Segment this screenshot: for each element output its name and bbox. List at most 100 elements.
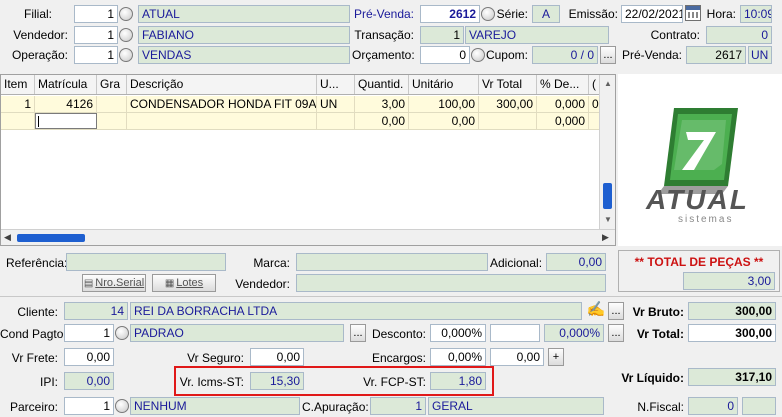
orcamento-field[interactable]: 0	[420, 46, 470, 64]
encargos-pct-field[interactable]: 0,00%	[430, 348, 486, 366]
transacao-code-field[interactable]: 1	[420, 26, 464, 44]
col-header-desconto[interactable]: % De...	[537, 75, 589, 94]
referencia-field	[66, 253, 226, 271]
ipi-label: IPI:	[39, 375, 58, 389]
cell-desconto: 0,000	[537, 96, 589, 112]
desconto-value-field[interactable]	[490, 324, 540, 342]
cell-item	[1, 113, 35, 129]
col-header-quantidade[interactable]: Quantid.	[355, 75, 409, 94]
cell-quantidade: 0,00	[355, 113, 409, 129]
orcamento-label: Orçamento:	[352, 48, 415, 62]
cliente-label: Cliente:	[17, 305, 58, 319]
text-cursor	[38, 116, 39, 127]
prevenda-field[interactable]: 2612	[420, 5, 480, 23]
cell-matricula: 4126	[35, 96, 97, 112]
cliente-code-field[interactable]: 14	[64, 302, 128, 320]
scroll-up-icon[interactable]: ▲	[604, 79, 612, 88]
highlight-box	[174, 366, 494, 396]
desconto-pct2-field: 0,000%	[544, 324, 604, 342]
section-divider	[0, 296, 782, 297]
serie-label: Série:	[496, 7, 528, 21]
desconto-pct-field[interactable]: 0,000%	[430, 324, 486, 342]
vr-frete-label: Vr Frete:	[11, 351, 58, 365]
capuracao-label: C.Apuração:	[302, 400, 369, 414]
col-header-unidade[interactable]: U...	[317, 75, 355, 94]
emissao-label: Emissão:	[568, 7, 618, 21]
scroll-right-icon[interactable]: ▶	[602, 232, 609, 243]
cell-desconto: 0,000	[537, 113, 589, 129]
cliente-edit-icon[interactable]: ✍	[586, 300, 606, 320]
contrato-label: Contrato:	[650, 28, 700, 42]
lotes-button-label: Lotes	[176, 277, 204, 289]
capuracao-name-field: GERAL	[428, 397, 604, 415]
transacao-name-field: VAREJO	[465, 26, 609, 44]
vendedor-label: Vendedor:	[13, 28, 68, 42]
adicional-label: Adicional:	[490, 256, 543, 270]
items-grid[interactable]: Item Matrícula Gra Descrição U... Quanti…	[0, 74, 616, 246]
col-header-matricula[interactable]: Matrícula	[35, 75, 97, 94]
vertical-scroll-thumb[interactable]	[603, 183, 612, 209]
cond-pagto-code-field[interactable]: 1	[64, 324, 114, 342]
operacao-code-field[interactable]: 1	[74, 46, 118, 64]
vendedor-code-field[interactable]: 1	[74, 26, 118, 44]
cell-gra	[97, 96, 127, 112]
table-row[interactable]: 1 4126 CONDENSADOR HONDA FIT 09A... UN 3…	[1, 96, 615, 113]
cell-matricula-editor[interactable]	[35, 113, 97, 129]
cliente-ellipsis-button[interactable]: ...	[608, 302, 624, 320]
ipi-field: 0,00	[64, 372, 114, 390]
lotes-button[interactable]: ▦ Lotes	[152, 274, 216, 292]
cond-pagto-name-field: PADRAO	[130, 324, 344, 342]
cond-pagto-label: Cond Pagto:	[0, 327, 67, 341]
cond-pagto-lookup-icon[interactable]	[115, 326, 129, 340]
scroll-left-icon[interactable]: ◀	[4, 232, 11, 243]
calendar-icon[interactable]	[685, 5, 701, 21]
vr-frete-field[interactable]: 0,00	[64, 348, 114, 366]
encargos-value-field[interactable]: 0,00	[490, 348, 544, 366]
parceiro-code-field[interactable]: 1	[64, 397, 114, 415]
logo-sub-text: sistemas	[678, 214, 734, 225]
vr-liquido-field: 317,10	[688, 368, 776, 386]
vendedor-lookup-icon[interactable]	[119, 28, 133, 42]
hora-field: 10:09	[740, 5, 772, 23]
cell-unitario: 100,00	[409, 96, 479, 112]
col-header-item[interactable]: Item	[1, 75, 35, 94]
parceiro-lookup-icon[interactable]	[115, 399, 129, 413]
cond-pagto-ellipsis-button[interactable]: ...	[350, 324, 366, 342]
vendedor2-label: Vendedor:	[235, 277, 290, 291]
horizontal-scroll-thumb[interactable]	[17, 234, 85, 242]
parceiro-label: Parceiro:	[9, 400, 58, 414]
marca-field	[296, 253, 488, 271]
transacao-label: Transação:	[354, 28, 414, 42]
lotes-icon: ▦	[164, 278, 175, 289]
horizontal-scrollbar[interactable]: ◀ ▶	[1, 229, 615, 245]
cell-item: 1	[1, 96, 35, 112]
capuracao-code-field[interactable]: 1	[370, 397, 426, 415]
col-header-vr-total[interactable]: Vr Total	[479, 75, 537, 94]
col-header-gra[interactable]: Gra	[97, 75, 127, 94]
cell-descricao: CONDENSADOR HONDA FIT 09A...	[127, 96, 317, 112]
col-header-unitario[interactable]: Unitário	[409, 75, 479, 94]
emissao-field[interactable]: 22/02/2021	[621, 5, 683, 23]
total-pecas-label: ** TOTAL DE PEÇAS **	[634, 255, 764, 269]
prevenda2-label: Pré-Venda:	[621, 48, 682, 62]
operacao-name-field: VENDAS	[138, 46, 350, 64]
operacao-lookup-icon[interactable]	[119, 48, 133, 62]
adicional-field: 0,00	[546, 253, 606, 271]
encargos-add-button[interactable]: +	[548, 348, 564, 366]
filial-code-field[interactable]: 1	[74, 5, 118, 23]
scroll-down-icon[interactable]: ▼	[604, 215, 612, 224]
filial-name-field: ATUAL	[138, 5, 350, 23]
cell-vr-total	[479, 113, 537, 129]
filial-lookup-icon[interactable]	[119, 7, 133, 21]
prevenda-lookup-icon[interactable]	[481, 7, 495, 21]
prevenda2-unit: UN	[748, 46, 772, 64]
serie-field[interactable]: A	[532, 5, 560, 23]
vr-seguro-field[interactable]: 0,00	[250, 348, 304, 366]
table-row[interactable]: 0,00 0,00 0,000	[1, 113, 615, 130]
desconto-ellipsis-button[interactable]: ...	[608, 324, 624, 342]
nro-serial-button[interactable]: ▤ Nro.Serial	[82, 274, 146, 292]
total-pecas-field: 3,00	[683, 272, 775, 290]
vertical-scrollbar[interactable]: ▲ ▼	[599, 75, 615, 229]
cupom-ellipsis-button[interactable]: ...	[600, 46, 616, 64]
col-header-descricao[interactable]: Descrição	[127, 75, 317, 94]
